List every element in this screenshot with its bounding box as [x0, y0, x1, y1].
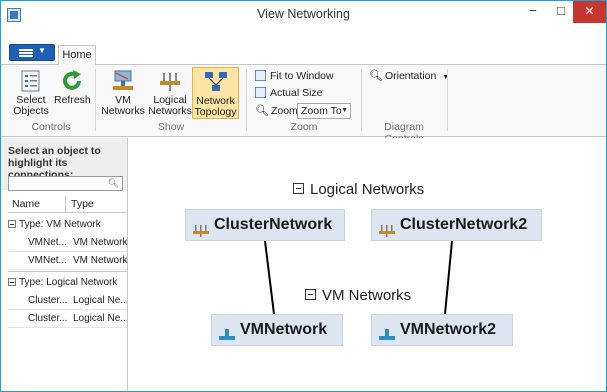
zoom-label-group: 🔍︎ Zoom	[255, 104, 298, 118]
ribbon-separator	[361, 69, 362, 131]
network-topology-diagram: Logical Networks ClusterNetwork ClusterN…	[129, 138, 606, 391]
view-networking-window: View Networking − □ ✕ ▼ Home Select Obje…	[0, 0, 607, 392]
collapse-icon[interactable]	[8, 278, 16, 286]
logical-networks-title: Logical Networks	[310, 181, 425, 198]
object-list-header: Select an object to highlight its connec…	[1, 138, 127, 191]
zoom-search-icon: 🔍︎	[255, 105, 269, 117]
network-topology-label: Network Topology	[194, 95, 237, 118]
ribbon: Select Objects Refresh Controls VM Netwo…	[1, 65, 606, 145]
group-divider	[8, 271, 127, 272]
refresh-button[interactable]: Refresh	[54, 69, 91, 106]
menu-icon	[19, 49, 33, 57]
vm-networks-icon	[110, 69, 136, 93]
column-header-type[interactable]: Type	[71, 198, 94, 210]
object-search-input[interactable]: 🔍︎	[8, 176, 123, 191]
tab-home[interactable]: Home	[58, 45, 96, 66]
column-header-name[interactable]: Name	[12, 198, 40, 210]
zoom-select-value: Zoom To	[301, 105, 342, 117]
select-objects-label: Select Objects	[13, 94, 49, 117]
network-topology-button[interactable]: Network Topology	[192, 67, 239, 119]
collapse-icon[interactable]	[293, 183, 304, 194]
connection-line	[444, 240, 453, 315]
logical-network-icon	[378, 218, 396, 237]
node-label: VMNetwork2	[400, 321, 497, 338]
refresh-label: Refresh	[54, 94, 91, 106]
fit-to-window-label: Fit to Window	[270, 70, 334, 82]
logical-network-node[interactable]: ClusterNetwork	[185, 209, 345, 241]
close-button[interactable]: ✕	[573, 1, 606, 23]
chevron-down-icon: ▼	[341, 107, 348, 114]
list-item-name: VMNet...	[28, 237, 67, 248]
orientation-dropdown[interactable]: 🔍︎ Orientation ▼	[369, 69, 449, 85]
ribbon-separator	[246, 69, 247, 131]
vm-networks-button[interactable]: VM Networks	[101, 69, 145, 117]
logical-networks-icon	[157, 69, 183, 93]
group-header-logical-network[interactable]: Type: Logical Network	[8, 274, 127, 291]
vm-network-icon	[218, 323, 236, 340]
group-label: Type: VM Network	[19, 219, 101, 230]
node-label: VMNetwork	[240, 321, 328, 338]
group-label-zoom: Zoom	[290, 121, 318, 133]
vm-networks-label: VM Networks	[101, 94, 145, 117]
window-title: View Networking	[257, 7, 350, 21]
actual-size-icon	[255, 87, 266, 98]
vm-networks-title: VM Networks	[322, 287, 412, 304]
list-item-type: Logical Ne...	[73, 295, 127, 306]
fit-to-window-button[interactable]: Fit to Window	[255, 69, 334, 83]
list-item[interactable]: Cluster... Logical Ne...	[8, 310, 127, 328]
chevron-down-icon: ▼	[38, 46, 46, 55]
logical-networks-section-header: Logical Networks	[293, 181, 424, 198]
list-item-type: VM Network	[73, 255, 127, 266]
vm-network-node[interactable]: VMNetwork2	[371, 314, 513, 346]
collapse-icon[interactable]	[305, 289, 316, 300]
select-objects-button[interactable]: Select Objects	[9, 69, 53, 117]
list-item-type: VM Network	[73, 237, 127, 248]
actual-size-label: Actual Size	[270, 87, 323, 99]
vm-network-node[interactable]: VMNetwork	[211, 314, 343, 346]
refresh-icon	[59, 69, 85, 93]
select-objects-icon	[18, 69, 44, 93]
logical-networks-button[interactable]: Logical Networks	[148, 69, 192, 117]
vm-network-icon	[378, 323, 396, 340]
vm-networks-section-header: VM Networks	[305, 287, 411, 304]
list-item[interactable]: Cluster... Logical Ne...	[8, 292, 127, 310]
object-list-column-headers: Name Type	[8, 196, 127, 213]
logical-network-icon	[192, 218, 210, 237]
maximize-button[interactable]: □	[547, 1, 575, 23]
ribbon-separator	[95, 69, 96, 131]
chevron-down-icon: ▼	[442, 74, 450, 81]
network-topology-icon	[203, 70, 229, 94]
group-header-vm-network[interactable]: Type: VM Network	[8, 216, 127, 233]
orientation-label: Orientation	[384, 70, 437, 82]
ribbon-separator	[447, 69, 448, 131]
list-item[interactable]: VMNet... VM Network	[8, 252, 127, 270]
list-item[interactable]: VMNet... VM Network	[8, 234, 127, 252]
object-list-panel: Select an object to highlight its connec…	[1, 138, 128, 391]
list-item-type: Logical Ne...	[73, 313, 127, 324]
actual-size-button[interactable]: Actual Size	[255, 86, 323, 100]
group-label-controls: Controls	[31, 121, 71, 133]
list-item-name: Cluster...	[28, 313, 68, 324]
zoom-label: Zoom	[270, 105, 298, 117]
group-label-show: Show	[157, 121, 185, 133]
list-item-name: VMNet...	[28, 255, 67, 266]
list-item-name: Cluster...	[28, 295, 68, 306]
connection-line	[264, 240, 275, 315]
logical-network-node[interactable]: ClusterNetwork2	[371, 209, 542, 241]
zoom-select[interactable]: Zoom To ▼	[297, 103, 351, 119]
minimize-button[interactable]: −	[519, 1, 547, 23]
orientation-search-icon: 🔍︎	[369, 70, 383, 82]
ribbon-tab-row: ▼ Home	[1, 44, 606, 66]
column-divider[interactable]	[65, 196, 66, 212]
application-menu-button[interactable]: ▼	[9, 44, 55, 61]
fit-to-window-icon	[255, 70, 266, 81]
group-label: Type: Logical Network	[19, 277, 118, 288]
node-label: ClusterNetwork	[214, 216, 333, 233]
node-label: ClusterNetwork2	[400, 216, 528, 233]
title-bar: View Networking − □ ✕	[1, 1, 606, 29]
collapse-icon[interactable]	[8, 220, 16, 228]
connection-lines	[264, 240, 453, 315]
logical-networks-label: Logical Networks	[148, 94, 192, 117]
search-icon: 🔍︎	[107, 178, 119, 188]
